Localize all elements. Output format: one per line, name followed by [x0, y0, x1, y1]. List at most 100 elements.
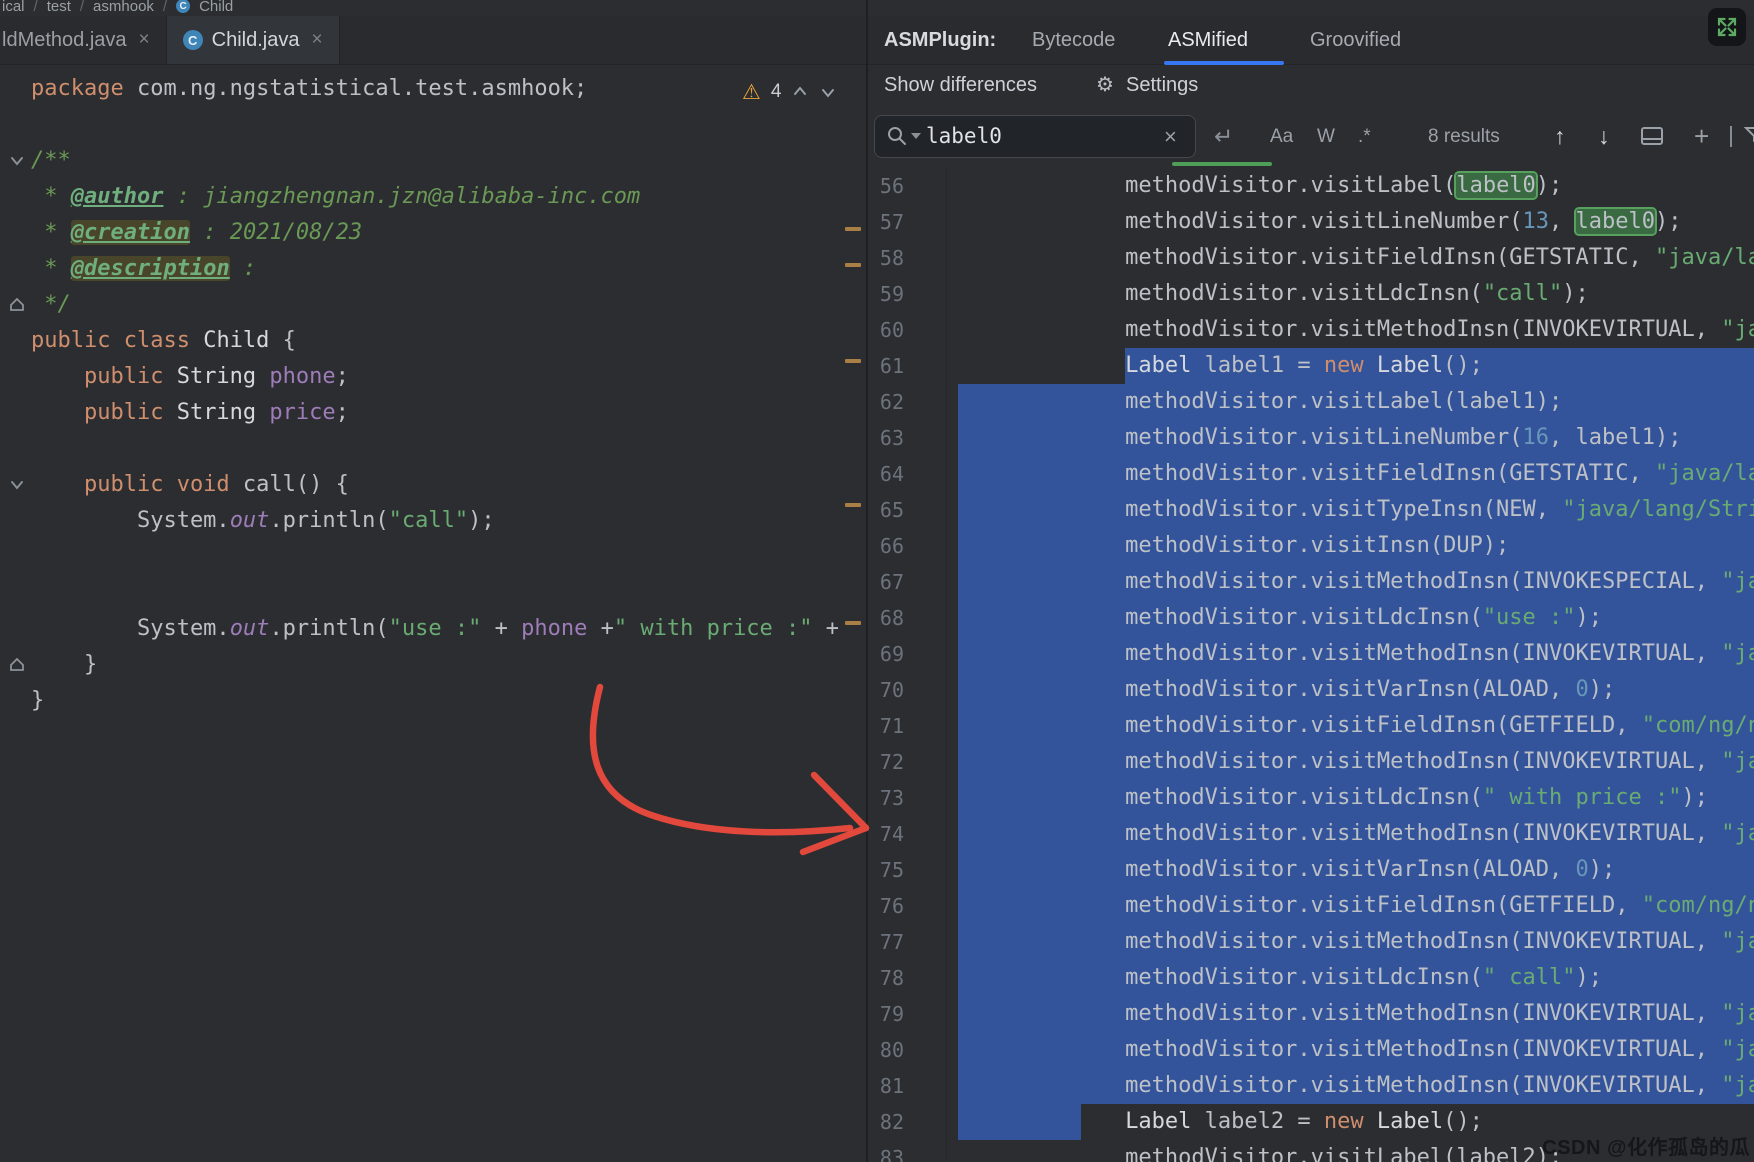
code-line[interactable]: /** [31, 143, 866, 179]
breadcrumb-item[interactable]: test [47, 0, 71, 15]
code-line[interactable]: package com.ng.ngstatistical.test.asmhoo… [31, 71, 866, 107]
asm-line-code[interactable]: methodVisitor.visitLdcInsn("call"); [946, 276, 1754, 312]
code-line[interactable]: * @author : jiangzhengnan.jzn@alibaba-in… [31, 179, 866, 215]
fold-marker-icon[interactable] [7, 475, 27, 495]
line-number[interactable]: 81 [868, 1068, 946, 1104]
inspections-widget[interactable]: ⚠ 4 [742, 77, 837, 107]
change-marker[interactable] [845, 359, 861, 363]
asm-line-code[interactable]: methodVisitor.visitMethodInsn(INVOKEVIRT… [946, 1032, 1754, 1068]
code-line[interactable] [31, 575, 866, 611]
next-match-button[interactable]: ↓ [1598, 105, 1610, 168]
asm-line[interactable]: 70 methodVisitor.visitVarInsn(ALOAD, 0); [868, 672, 1754, 708]
asm-line[interactable]: 60 methodVisitor.visitMethodInsn(INVOKEV… [868, 312, 1754, 348]
line-number[interactable]: 57 [868, 204, 946, 240]
panel-divider[interactable] [866, 0, 868, 1162]
tab-bytecode[interactable]: Bytecode [1032, 16, 1115, 64]
code-line[interactable]: public class Child { [31, 323, 866, 359]
line-number[interactable]: 79 [868, 996, 946, 1032]
line-number[interactable]: 71 [868, 708, 946, 744]
breadcrumb-item[interactable]: Child [199, 0, 233, 15]
asm-line[interactable]: 77 methodVisitor.visitMethodInsn(INVOKEV… [868, 924, 1754, 960]
asm-line[interactable]: 74 methodVisitor.visitMethodInsn(INVOKEV… [868, 816, 1754, 852]
line-number[interactable]: 75 [868, 852, 946, 888]
line-number[interactable]: 68 [868, 600, 946, 636]
asm-line-code[interactable]: methodVisitor.visitVarInsn(ALOAD, 0); [946, 672, 1754, 708]
asm-line-code[interactable]: methodVisitor.visitLdcInsn(" with price … [946, 780, 1754, 816]
asm-line[interactable]: 56 methodVisitor.visitLabel(label0); [868, 168, 1754, 204]
code-line[interactable] [31, 539, 866, 575]
fold-end-icon[interactable] [7, 655, 27, 675]
prev-warning-button[interactable] [791, 83, 809, 101]
code-line[interactable]: public void call() { [31, 467, 866, 503]
show-differences-button[interactable]: Show differences [884, 65, 1037, 105]
gear-icon[interactable]: ⚙ [1096, 65, 1114, 105]
search-history-chevron-icon[interactable] [911, 133, 921, 139]
line-number[interactable]: 61 [868, 348, 946, 384]
asm-line[interactable]: 73 methodVisitor.visitLdcInsn(" with pri… [868, 780, 1754, 816]
breadcrumb-item[interactable]: asmhook [93, 0, 154, 15]
previous-match-button[interactable]: ↑ [1554, 105, 1566, 168]
line-number[interactable]: 63 [868, 420, 946, 456]
line-number[interactable]: 82 [868, 1104, 946, 1140]
line-number[interactable]: 78 [868, 960, 946, 996]
line-number[interactable]: 56 [868, 168, 946, 204]
asm-line-code[interactable]: methodVisitor.visitMethodInsn(INVOKESPEC… [946, 564, 1754, 600]
line-number[interactable]: 67 [868, 564, 946, 600]
fold-marker-icon[interactable] [7, 151, 27, 171]
code-line[interactable]: * @creation : 2021/08/23 [31, 215, 866, 251]
change-marker[interactable] [845, 263, 861, 267]
asm-line[interactable]: 62 methodVisitor.visitLabel(label1); [868, 384, 1754, 420]
asm-line-code[interactable]: methodVisitor.visitMethodInsn(INVOKEVIRT… [946, 816, 1754, 852]
asm-line-code[interactable]: methodVisitor.visitVarInsn(ALOAD, 0); [946, 852, 1754, 888]
asm-line[interactable]: 66 methodVisitor.visitInsn(DUP); [868, 528, 1754, 564]
search-input[interactable]: label0 [926, 105, 1002, 168]
search-icon[interactable] [886, 125, 908, 152]
change-marker[interactable] [845, 621, 861, 625]
newline-icon[interactable]: ↵ [1214, 105, 1233, 168]
asm-code[interactable]: 56 methodVisitor.visitLabel(label0); 57 m… [868, 168, 1754, 1162]
change-marker[interactable] [845, 503, 861, 507]
asm-line-code[interactable]: methodVisitor.visitLdcInsn(" call"); [946, 960, 1754, 996]
asm-line-code[interactable]: methodVisitor.visitMethodInsn(INVOKEVIRT… [946, 1068, 1754, 1104]
regex-toggle[interactable]: .* [1358, 105, 1371, 168]
asm-line[interactable]: 79 methodVisitor.visitMethodInsn(INVOKEV… [868, 996, 1754, 1032]
change-marker[interactable] [845, 227, 861, 231]
close-icon[interactable]: × [139, 29, 150, 51]
asm-line-code[interactable]: methodVisitor.visitLabel(label0); [946, 168, 1754, 204]
line-number[interactable]: 62 [868, 384, 946, 420]
asm-line[interactable]: 69 methodVisitor.visitMethodInsn(INVOKEV… [868, 636, 1754, 672]
code-line[interactable]: public String phone; [31, 359, 866, 395]
line-number[interactable]: 76 [868, 888, 946, 924]
asm-line[interactable]: 71 methodVisitor.visitFieldInsn(GETFIELD… [868, 708, 1754, 744]
asm-line[interactable]: 75 methodVisitor.visitVarInsn(ALOAD, 0); [868, 852, 1754, 888]
asm-line-code[interactable]: methodVisitor.visitMethodInsn(INVOKEVIRT… [946, 744, 1754, 780]
code-line[interactable]: } [31, 647, 866, 683]
asm-line[interactable]: 67 methodVisitor.visitMethodInsn(INVOKES… [868, 564, 1754, 600]
line-number[interactable]: 60 [868, 312, 946, 348]
asm-line-code[interactable]: methodVisitor.visitInsn(DUP); [946, 528, 1754, 564]
asm-line-code[interactable]: methodVisitor.visitTypeInsn(NEW, "java/l… [946, 492, 1754, 528]
line-number[interactable]: 59 [868, 276, 946, 312]
fullscreen-button[interactable] [1708, 8, 1746, 46]
breadcrumb-item[interactable]: ical [2, 0, 25, 15]
add-icon[interactable]: + [1694, 105, 1709, 168]
settings-button[interactable]: Settings [1126, 65, 1198, 105]
asm-line[interactable]: 76 methodVisitor.visitFieldInsn(GETFIELD… [868, 888, 1754, 924]
asm-line[interactable]: 59 methodVisitor.visitLdcInsn("call"); [868, 276, 1754, 312]
code-line[interactable]: */ [31, 287, 866, 323]
asm-line[interactable]: 57 methodVisitor.visitLineNumber(13, lab… [868, 204, 1754, 240]
fold-end-icon[interactable] [7, 295, 27, 315]
filter-icon[interactable] [1743, 125, 1754, 152]
line-number[interactable]: 69 [868, 636, 946, 672]
asm-line[interactable]: 72 methodVisitor.visitMethodInsn(INVOKEV… [868, 744, 1754, 780]
code-line[interactable]: System.out.println("use :" + phone +" wi… [31, 611, 866, 647]
asm-line[interactable]: 61 Label label1 = new Label(); [868, 348, 1754, 384]
asm-line-code[interactable]: methodVisitor.visitFieldInsn(GETFIELD, "… [946, 888, 1754, 924]
tab-groovified[interactable]: Groovified [1310, 16, 1401, 64]
asm-line[interactable]: 78 methodVisitor.visitLdcInsn(" call"); [868, 960, 1754, 996]
asm-line-code[interactable]: methodVisitor.visitFieldInsn(GETSTATIC, … [946, 456, 1754, 492]
clear-search-icon[interactable]: × [1164, 105, 1177, 168]
line-number[interactable]: 66 [868, 528, 946, 564]
line-number[interactable]: 58 [868, 240, 946, 276]
asm-line[interactable]: 65 methodVisitor.visitTypeInsn(NEW, "jav… [868, 492, 1754, 528]
